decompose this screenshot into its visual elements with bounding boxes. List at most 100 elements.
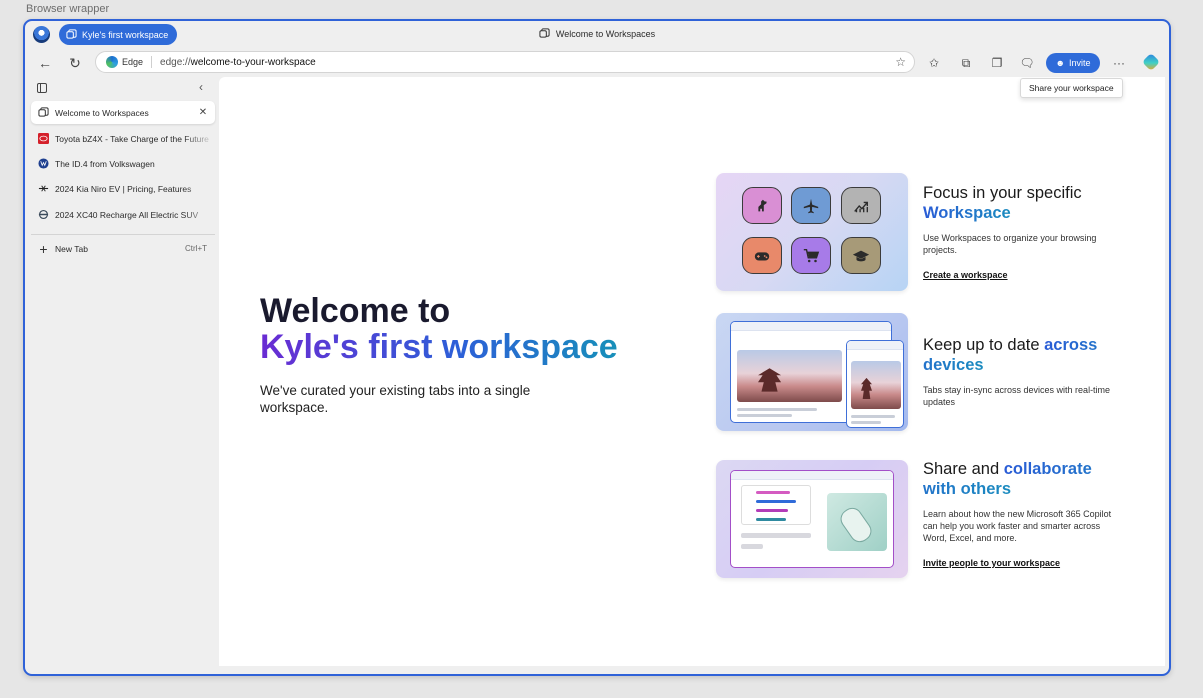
mockup-toolbar bbox=[731, 322, 891, 331]
tab-label: Toyota bZ4X - Take Charge of the Future bbox=[55, 133, 209, 144]
mockup-line bbox=[737, 414, 792, 417]
feature-sync: Keep up to date across devices Tabs stay… bbox=[923, 335, 1123, 408]
vertical-tabs-sidebar: ‹ Welcome to Workspaces ✕ Toyota bZ4X - … bbox=[25, 77, 219, 674]
tile-graduation-cap-icon bbox=[841, 237, 881, 274]
wrapper-label: Browser wrapper bbox=[26, 3, 110, 15]
navigation-bar: ← ↻ Edge edge://welcome-to-your-workspac… bbox=[25, 48, 1169, 78]
page-content: Welcome to Kyle's first workspace We've … bbox=[219, 77, 1165, 666]
tile-airplane-icon bbox=[791, 187, 831, 224]
address-divider bbox=[151, 56, 153, 68]
edge-label: Edge bbox=[122, 57, 144, 67]
chat-button[interactable]: 🗨 bbox=[1018, 54, 1036, 72]
feature-title-plain: Focus in your specific bbox=[923, 184, 1082, 202]
create-workspace-link[interactable]: Create a workspace bbox=[923, 270, 1008, 280]
feature-focus: Focus in your specific Workspace Use Wor… bbox=[923, 183, 1123, 283]
mockup-toolbar bbox=[731, 471, 893, 480]
invite-button[interactable]: ☻ Invite bbox=[1046, 53, 1100, 73]
mockup-line bbox=[756, 518, 786, 521]
welcome-heading: Welcome to bbox=[260, 292, 451, 330]
url-text: edge://welcome-to-your-workspace bbox=[160, 57, 316, 68]
tab-list-popup bbox=[741, 485, 811, 525]
pagoda-image bbox=[737, 350, 842, 402]
invite-tooltip: Share your workspace bbox=[1020, 78, 1123, 98]
more-options-button[interactable]: ··· bbox=[1110, 54, 1128, 72]
mockup-line bbox=[737, 408, 817, 411]
feature-description: Tabs stay in-sync across devices with re… bbox=[923, 385, 1111, 407]
plus-icon: + bbox=[39, 240, 48, 257]
new-tab-shortcut: Ctrl+T bbox=[185, 244, 207, 253]
guitar-image bbox=[827, 493, 887, 551]
tab-label: Welcome to Workspaces bbox=[55, 107, 149, 118]
tab-actions-icon: ❐ bbox=[991, 56, 1003, 70]
collaborate-illustration bbox=[716, 460, 908, 578]
feature-description: Use Workspaces to organize your browsing… bbox=[923, 233, 1097, 255]
tab-kia[interactable]: 2024 Kia Niro EV | Pricing, Features bbox=[31, 177, 215, 200]
phone-mockup bbox=[846, 340, 904, 428]
feature-collaborate: Share and collaborate with others Learn … bbox=[923, 459, 1123, 571]
sidebar-divider bbox=[31, 234, 215, 235]
sidebar-header: ‹ bbox=[37, 80, 217, 97]
focus-illustration bbox=[716, 173, 908, 291]
mockup-toolbar bbox=[847, 341, 903, 350]
welcome-section: Welcome to Kyle's first workspace We've … bbox=[260, 293, 618, 416]
invite-people-link[interactable]: Invite people to your workspace bbox=[923, 558, 1060, 568]
tab-label: 2024 Kia Niro EV | Pricing, Features bbox=[55, 183, 192, 194]
address-bar[interactable]: Edge edge://welcome-to-your-workspace ☆ bbox=[95, 51, 915, 73]
tile-dog-icon bbox=[742, 187, 782, 224]
url-scheme: edge:// bbox=[160, 56, 191, 68]
refresh-icon: ↻ bbox=[69, 54, 81, 71]
add-people-icon: ☻ bbox=[1055, 58, 1065, 68]
mockup-line bbox=[851, 415, 895, 418]
new-tab-button[interactable]: + New Tab Ctrl+T bbox=[31, 237, 215, 260]
feature-title-plain: Share and bbox=[923, 460, 1000, 478]
feature-description: Learn about how the new Microsoft 365 Co… bbox=[923, 509, 1112, 543]
workspaces-icon bbox=[539, 28, 550, 38]
invite-label: Invite bbox=[1068, 58, 1091, 68]
tile-chart-icon bbox=[841, 187, 881, 224]
feature-title: Share and collaborate with others bbox=[923, 459, 1123, 499]
workspace-name-heading: Kyle's first workspace bbox=[260, 328, 618, 366]
volvo-favicon-icon bbox=[38, 209, 49, 220]
collections-button[interactable]: ⧉ bbox=[957, 54, 975, 72]
collapse-sidebar-icon[interactable]: ‹ bbox=[199, 80, 203, 94]
refresh-button[interactable]: ↻ bbox=[65, 53, 85, 73]
tab-volvo[interactable]: 2024 XC40 Recharge All Electric SUV bbox=[31, 203, 215, 226]
mockup-line bbox=[741, 544, 763, 549]
welcome-subtitle: We've curated your existing tabs into a … bbox=[260, 383, 531, 415]
volkswagen-favicon-icon bbox=[38, 158, 49, 169]
close-tab-icon[interactable]: ✕ bbox=[197, 107, 209, 118]
browser-window: Kyle's first workspace Welcome to Worksp… bbox=[23, 19, 1171, 676]
tile-cart-icon bbox=[791, 237, 831, 274]
tab-volkswagen[interactable]: The ID.4 from Volkswagen bbox=[31, 152, 215, 175]
toyota-favicon-icon bbox=[38, 133, 49, 144]
mockup-line bbox=[851, 421, 881, 424]
feature-title: Keep up to date across devices bbox=[923, 335, 1123, 375]
feature-title: Focus in your specific Workspace bbox=[923, 183, 1123, 223]
tab-actions-button[interactable]: ❐ bbox=[988, 54, 1006, 72]
favorites-button[interactable]: ✩ bbox=[925, 54, 943, 72]
tab-welcome-to-workspaces[interactable]: Welcome to Workspaces ✕ bbox=[31, 101, 215, 124]
mockup-line bbox=[756, 500, 796, 503]
kia-favicon-icon bbox=[38, 183, 49, 194]
devices-illustration bbox=[716, 313, 908, 431]
copilot-icon[interactable] bbox=[1141, 52, 1161, 72]
new-tab-label: New Tab bbox=[55, 243, 88, 254]
tile-gamepad-icon bbox=[742, 237, 782, 274]
back-button[interactable]: ← bbox=[35, 53, 55, 73]
arrow-left-icon: ← bbox=[38, 55, 52, 71]
window-title-text: Welcome to Workspaces bbox=[555, 28, 656, 39]
workspaces-icon bbox=[38, 107, 49, 118]
add-favorite-icon[interactable]: ☆ bbox=[895, 55, 906, 69]
sidebar-panel-icon[interactable] bbox=[37, 83, 47, 93]
more-icon: ··· bbox=[1113, 56, 1125, 70]
mockup-line bbox=[756, 509, 788, 512]
mockup-line bbox=[741, 533, 811, 538]
url-path: welcome-to-your-workspace bbox=[190, 56, 316, 68]
tab-label: The ID.4 from Volkswagen bbox=[55, 158, 155, 169]
pagoda-image bbox=[851, 361, 901, 409]
collections-icon: ⧉ bbox=[961, 55, 971, 70]
collab-mockup bbox=[730, 470, 894, 568]
window-title: Welcome to Workspaces bbox=[25, 28, 1169, 39]
favorites-icon: ✩ bbox=[928, 56, 940, 70]
tab-toyota[interactable]: Toyota bZ4X - Take Charge of the Future bbox=[31, 127, 215, 150]
